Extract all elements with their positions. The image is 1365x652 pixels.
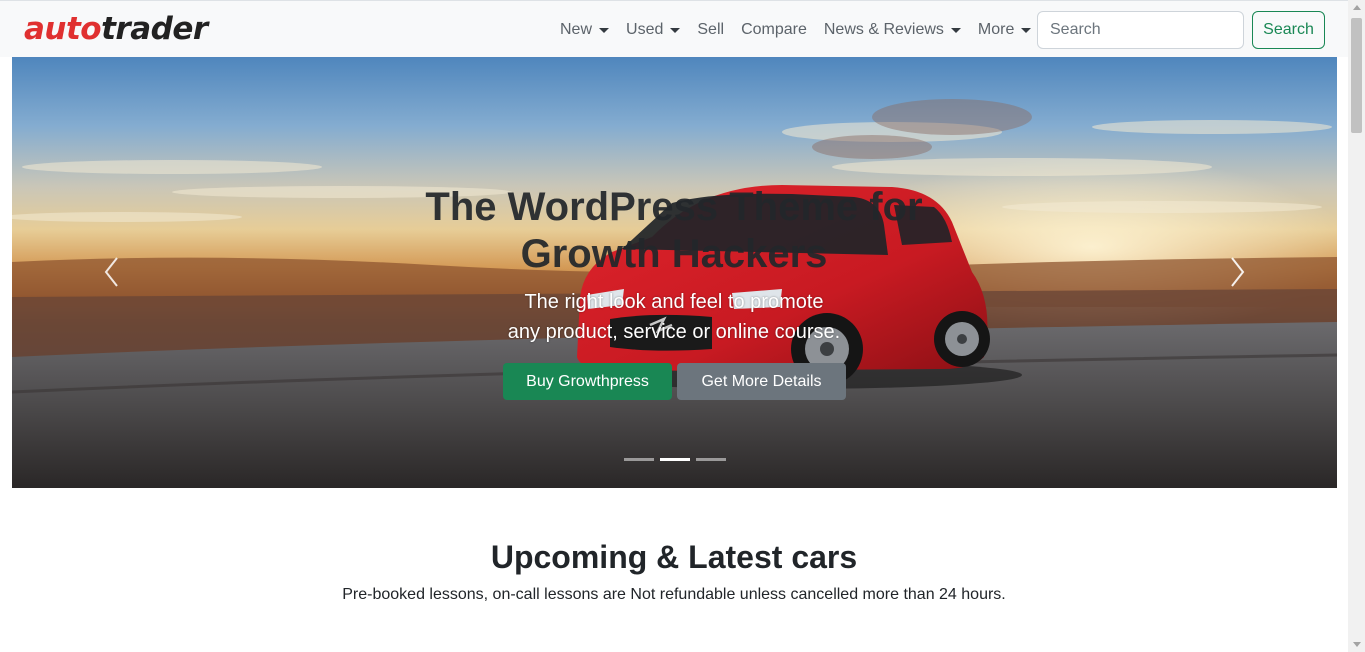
carousel-indicator-2[interactable] [660, 458, 690, 461]
nav-item-compare[interactable]: Compare [741, 21, 807, 39]
scrollbar-thumb[interactable] [1351, 18, 1362, 133]
nav-item-label: Sell [697, 21, 725, 38]
section-title: Upcoming & Latest cars [490, 539, 858, 575]
search-button[interactable]: Search [1252, 11, 1325, 49]
caret-down-icon [1021, 27, 1032, 33]
hero-title: The WordPress Theme for Growth Hackers [425, 185, 923, 276]
section-description: Pre-booked lessons, on-call lessons are … [342, 586, 1006, 603]
hero-carousel: The WordPress Theme for Growth Hackers T… [12, 57, 1337, 488]
logo-part-auto: auto [24, 11, 102, 47]
top-navbar: autotrader New Used Sell Compare News & … [0, 0, 1348, 57]
caret-down-icon [599, 27, 610, 33]
autotrader-logo[interactable]: autotrader [24, 11, 208, 47]
buy-growthpress-button[interactable]: Buy Growthpress [503, 363, 672, 400]
carousel-indicators [624, 458, 734, 462]
logo-part-trader: trader [101, 11, 208, 47]
caret-down-icon [670, 27, 681, 33]
nav-links: New Used Sell Compare News & Reviews Mor… [560, 18, 1048, 42]
search-input[interactable] [1037, 11, 1244, 49]
nav-item-more[interactable]: More [977, 21, 1032, 39]
nav-item-label: New [560, 21, 593, 38]
carousel-prev-button[interactable] [100, 255, 124, 289]
nav-item-label: More [977, 21, 1015, 38]
nav-item-used[interactable]: Used [626, 21, 681, 39]
hero-subtitle: The right look and feel to promote any p… [374, 287, 974, 347]
chevron-left-icon [104, 257, 118, 287]
nav-item-label: News & Reviews [823, 21, 944, 38]
carousel-indicator-3[interactable] [696, 458, 726, 461]
scroll-down-arrow-icon[interactable] [1353, 642, 1361, 647]
caret-down-icon [950, 27, 961, 33]
page-scrollbar[interactable] [1348, 0, 1365, 652]
hero-subtitle-line1: The right look and feel to promote [524, 291, 824, 313]
chevron-right-icon [1231, 257, 1245, 287]
nav-item-sell[interactable]: Sell [697, 21, 724, 39]
carousel-indicator-1[interactable] [624, 458, 654, 461]
hero-subtitle-line2: any product, service or online course. [507, 321, 841, 343]
nav-item-label: Used [626, 21, 664, 38]
nav-item-news-reviews[interactable]: News & Reviews [824, 21, 961, 39]
get-more-details-button[interactable]: Get More Details [677, 363, 846, 400]
carousel-next-button[interactable] [1225, 255, 1249, 289]
scroll-up-arrow-icon[interactable] [1353, 5, 1361, 10]
nav-item-label: Compare [741, 21, 807, 38]
nav-item-new[interactable]: New [560, 21, 610, 39]
